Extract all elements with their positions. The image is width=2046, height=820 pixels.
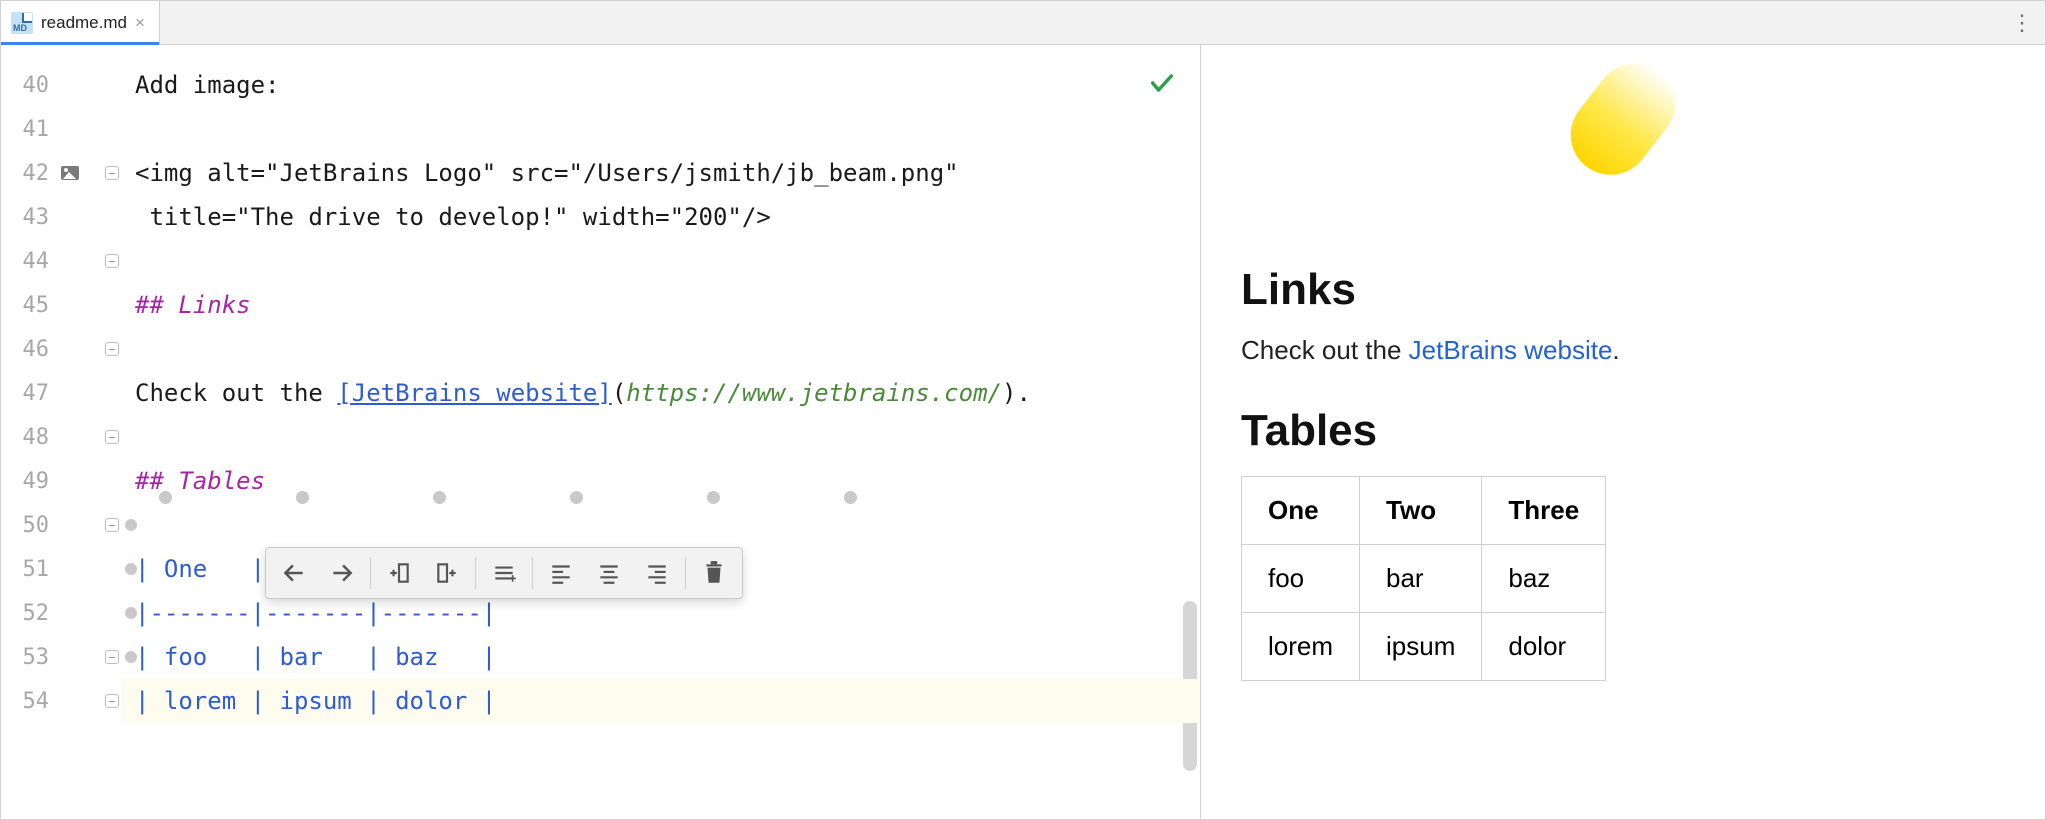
col-handle-icon[interactable] bbox=[159, 491, 172, 504]
table-separator: |-------|-------|-------| bbox=[135, 599, 496, 627]
line-number: 48 bbox=[1, 425, 49, 450]
preview-pane: Links Check out the JetBrains website. T… bbox=[1201, 45, 2045, 819]
col-handle-icon[interactable] bbox=[570, 491, 583, 504]
toolbar-separator bbox=[370, 557, 371, 589]
line-number: 47 bbox=[1, 381, 49, 406]
fold-icon[interactable] bbox=[105, 254, 119, 268]
code-text: Add image: bbox=[135, 71, 280, 99]
fold-icon[interactable] bbox=[105, 518, 119, 532]
select-cells-button[interactable] bbox=[480, 552, 528, 594]
col-handle-icon[interactable] bbox=[844, 491, 857, 504]
line-number: 45 bbox=[1, 293, 49, 318]
line-number: 50 bbox=[1, 513, 49, 538]
line-number: 43 bbox=[1, 205, 49, 230]
image-gutter-icon[interactable] bbox=[59, 162, 81, 184]
link-text: [JetBrains website] bbox=[337, 379, 612, 407]
align-right-button[interactable] bbox=[633, 552, 681, 594]
code-text: <img alt="JetBrains Logo" src="/Users/js… bbox=[135, 159, 959, 187]
line-number: 46 bbox=[1, 337, 49, 362]
column-handles bbox=[159, 491, 857, 504]
link-url: https://www.jetbrains.com/ bbox=[626, 379, 1002, 407]
line-number: 53 bbox=[1, 645, 49, 670]
table-row: | lorem | ipsum | dolor | bbox=[135, 687, 496, 715]
col-handle-icon[interactable] bbox=[433, 491, 446, 504]
line-number: 41 bbox=[1, 117, 49, 142]
line-number: 42 bbox=[1, 161, 49, 186]
line-number: 54 bbox=[1, 689, 49, 714]
code-text: title="The drive to develop!" width="200… bbox=[135, 203, 771, 231]
line-number: 52 bbox=[1, 601, 49, 626]
gutter: 40 41 42 43 44 45 46 47 bbox=[1, 45, 121, 819]
fold-icon[interactable] bbox=[105, 430, 119, 444]
ide-window: readme.md × ⋮ 40 41 42 43 44 45 bbox=[0, 0, 2046, 820]
editor-tab[interactable]: readme.md × bbox=[1, 1, 160, 44]
preview-heading-tables: Tables bbox=[1241, 406, 2005, 456]
nav-back-button[interactable] bbox=[270, 552, 318, 594]
heading-text: Links bbox=[178, 291, 250, 319]
markdown-file-icon bbox=[11, 12, 33, 34]
align-center-button[interactable] bbox=[585, 552, 633, 594]
table-row: foo bar baz bbox=[1242, 545, 1606, 613]
tab-filename: readme.md bbox=[41, 13, 127, 33]
toolbar-separator bbox=[685, 557, 686, 589]
delete-button[interactable] bbox=[690, 552, 738, 594]
toolbar-separator bbox=[532, 557, 533, 589]
nav-forward-button[interactable] bbox=[318, 552, 366, 594]
toolbar-separator bbox=[475, 557, 476, 589]
fold-icon[interactable] bbox=[105, 342, 119, 356]
table-row: | foo | bar | baz | bbox=[135, 643, 496, 671]
code-text: Check out the bbox=[135, 379, 337, 407]
line-number: 49 bbox=[1, 469, 49, 494]
table-row: lorem ipsum dolor bbox=[1242, 613, 1606, 681]
preview-body: Links Check out the JetBrains website. T… bbox=[1241, 45, 2005, 681]
split-pane: 40 41 42 43 44 45 46 47 bbox=[1, 45, 2045, 819]
line-number: 51 bbox=[1, 557, 49, 582]
fold-icon[interactable] bbox=[105, 166, 119, 180]
table-header: Two bbox=[1360, 477, 1482, 545]
table-header: One bbox=[1242, 477, 1360, 545]
table-toolbar bbox=[265, 547, 743, 599]
table-header: Three bbox=[1482, 477, 1606, 545]
align-left-button[interactable] bbox=[537, 552, 585, 594]
col-handle-icon[interactable] bbox=[296, 491, 309, 504]
intention-bulb-icon[interactable] bbox=[115, 647, 135, 667]
preview-heading-links: Links bbox=[1241, 265, 2005, 315]
close-icon[interactable]: × bbox=[135, 14, 145, 31]
line-number: 40 bbox=[1, 73, 49, 98]
code-area[interactable]: Add image: <img alt="JetBrains Logo" src… bbox=[121, 45, 1200, 819]
preview-link[interactable]: JetBrains website bbox=[1409, 335, 1613, 365]
heading-prefix: ## bbox=[135, 291, 178, 319]
tab-bar: readme.md × ⋮ bbox=[1, 1, 2045, 45]
preview-paragraph: Check out the JetBrains website. bbox=[1241, 335, 2005, 366]
editor-pane: 40 41 42 43 44 45 46 47 bbox=[1, 45, 1201, 819]
more-menu-icon[interactable]: ⋮ bbox=[2011, 1, 2033, 44]
preview-table: One Two Three foo bar baz lorem ipsum bbox=[1241, 476, 1606, 681]
insert-col-left-button[interactable] bbox=[375, 552, 423, 594]
line-number: 44 bbox=[1, 249, 49, 274]
insert-col-right-button[interactable] bbox=[423, 552, 471, 594]
col-handle-icon[interactable] bbox=[707, 491, 720, 504]
